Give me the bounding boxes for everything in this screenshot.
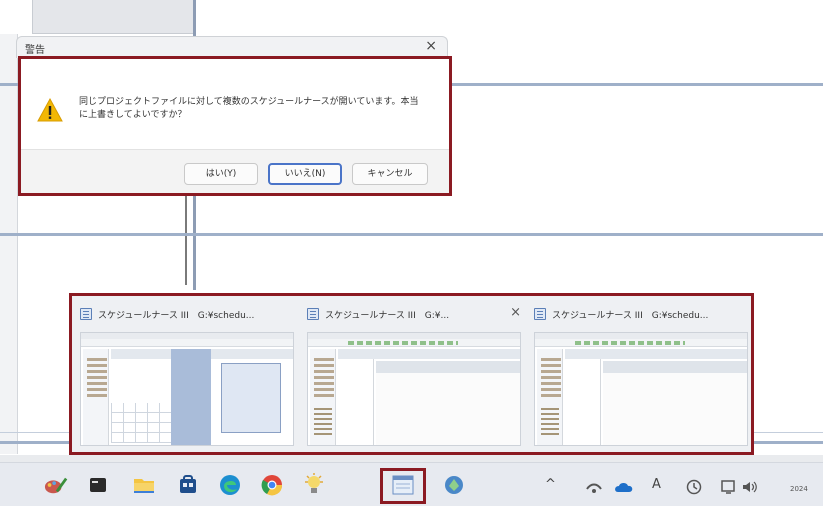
edge-icon[interactable] <box>218 473 242 497</box>
preview-image <box>80 332 294 446</box>
dialog-message: 同じプロジェクトファイルに対して複数のスケジュールナースが開いています。本当に上… <box>79 97 419 120</box>
background-left-strip <box>0 34 18 454</box>
dialog-body: 同じプロジェクトファイルに対して複数のスケジュールナースが開いています。本当に上… <box>21 59 449 149</box>
no-button[interactable]: いいえ(N) <box>268 163 342 185</box>
clock-icon[interactable] <box>682 475 706 499</box>
app-icon[interactable] <box>442 473 466 497</box>
dialog-footer: はい(Y) いいえ(N) キャンセル <box>21 149 449 193</box>
taskbar-window-previews: スケジュールナース III G:¥schedu... スケジュールナース III… <box>69 293 754 455</box>
chevron-up-icon[interactable]: ^ <box>545 477 556 492</box>
clock-date[interactable]: 2024 <box>790 485 808 493</box>
idea-icon[interactable] <box>302 473 326 497</box>
background-splitter[interactable] <box>185 195 187 285</box>
preview-header: スケジュールナース III G:¥... × <box>303 302 525 326</box>
paint-app-icon[interactable] <box>44 473 68 497</box>
terminal-icon[interactable] <box>86 473 110 497</box>
preview-title: スケジュールナース III G:¥schedu... <box>98 311 255 321</box>
schedule-nurse-icon <box>307 308 319 320</box>
window-preview[interactable]: スケジュールナース III G:¥... × <box>303 302 525 449</box>
schedule-nurse-icon[interactable] <box>391 473 415 497</box>
chrome-icon[interactable] <box>260 473 284 497</box>
file-explorer-icon[interactable] <box>132 473 156 497</box>
preview-image <box>534 332 748 446</box>
preview-image <box>307 332 521 446</box>
preview-header: スケジュールナース III G:¥schedu... <box>76 302 298 326</box>
ime-indicator[interactable]: A <box>652 477 661 492</box>
preview-title: スケジュールナース III G:¥schedu... <box>552 311 709 321</box>
store-icon[interactable] <box>176 473 200 497</box>
window-preview[interactable]: スケジュールナース III G:¥schedu... <box>530 302 752 449</box>
volume-icon[interactable] <box>738 475 762 499</box>
window-preview[interactable]: スケジュールナース III G:¥schedu... <box>76 302 298 449</box>
preview-title: スケジュールナース III G:¥... <box>325 311 450 321</box>
warning-dialog: 同じプロジェクトファイルに対して複数のスケジュールナースが開いています。本当に上… <box>18 56 452 196</box>
network-icon[interactable] <box>582 475 606 499</box>
cancel-button[interactable]: キャンセル <box>352 163 428 185</box>
yes-button[interactable]: はい(Y) <box>184 163 258 185</box>
background-divider-middle <box>0 233 823 236</box>
warning-icon <box>37 97 63 122</box>
dialog-title: 警告 <box>25 45 45 56</box>
schedule-nurse-icon <box>80 308 92 320</box>
dialog-title-bar: 警告 × <box>16 36 448 58</box>
schedule-nurse-icon <box>534 308 546 320</box>
close-icon[interactable]: × <box>425 38 437 54</box>
preview-header: スケジュールナース III G:¥schedu... <box>530 302 752 326</box>
onedrive-icon[interactable] <box>612 475 636 499</box>
taskbar: ^ A 2024 <box>0 462 823 506</box>
close-icon[interactable]: × <box>510 305 521 320</box>
background-panel <box>32 0 194 34</box>
